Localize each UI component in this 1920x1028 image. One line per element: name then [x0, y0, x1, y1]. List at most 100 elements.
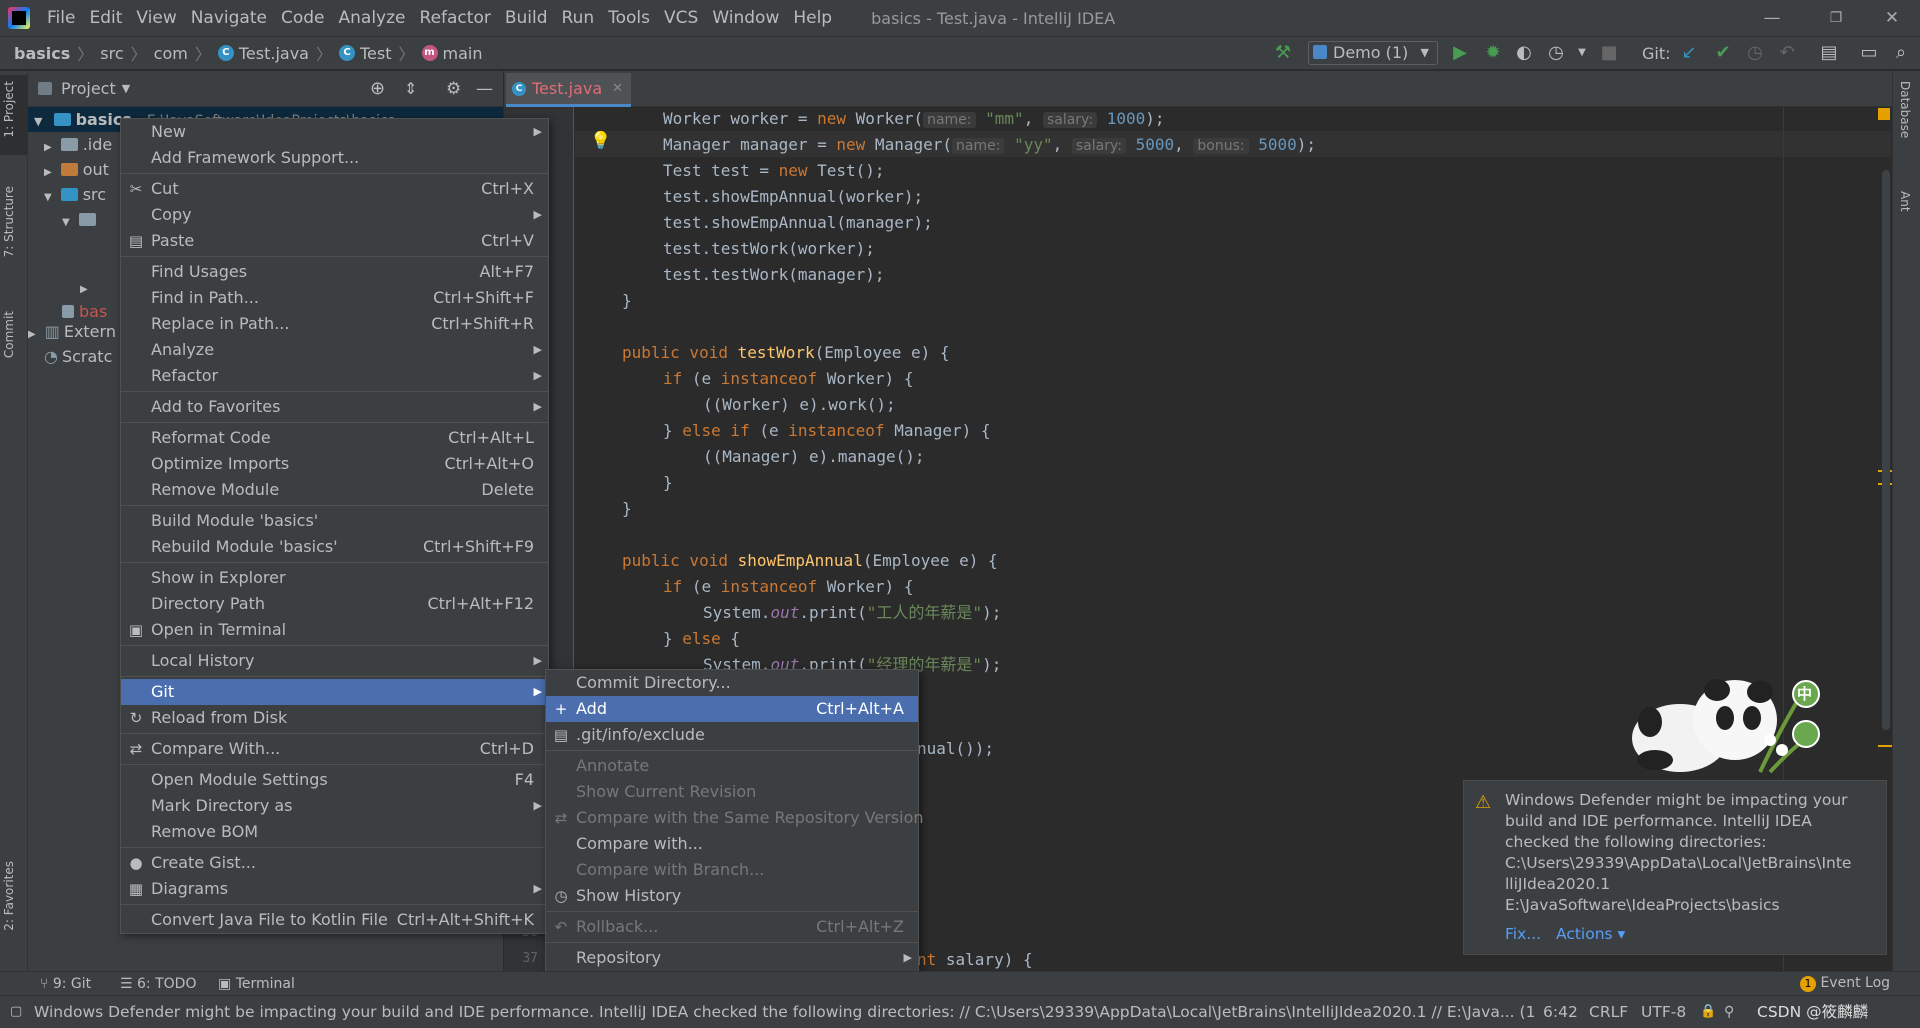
menu-item-repository[interactable]: Repository ▶	[546, 945, 918, 971]
menu-item-add-to-favorites[interactable]: Add to Favorites ▶	[121, 394, 548, 420]
menu-run[interactable]: Run	[555, 0, 602, 36]
tree-row[interactable]: ▼ src	[44, 182, 106, 207]
git-commit-icon[interactable]: ✔	[1712, 42, 1734, 64]
menu-item-remove-bom[interactable]: Remove BOM	[121, 819, 548, 845]
menu-item-show-current-revision[interactable]: Show Current Revision	[546, 779, 918, 805]
menu-code[interactable]: Code	[274, 0, 332, 36]
inspector-icon[interactable]: ⚲	[1724, 996, 1734, 1028]
menu-item-add-framework-support[interactable]: Add Framework Support...	[121, 145, 548, 171]
restore-icon[interactable]: ❐	[1808, 0, 1864, 36]
tool-tab-commit[interactable]: Commit	[2, 311, 16, 358]
menu-navigate[interactable]: Navigate	[184, 0, 274, 36]
breadcrumb-src[interactable]: src	[100, 44, 123, 63]
close-icon[interactable]: ✕	[1864, 0, 1920, 36]
git-history-icon[interactable]: ◷	[1744, 42, 1766, 64]
menu-item-replace-in-path[interactable]: Replace in Path... Ctrl+Shift+R	[121, 311, 548, 337]
git-update-icon[interactable]: ↙	[1678, 42, 1700, 64]
menu-item-find-in-path[interactable]: Find in Path... Ctrl+Shift+F	[121, 285, 548, 311]
menu-item-optimize-imports[interactable]: Optimize Imports Ctrl+Alt+O	[121, 451, 548, 477]
menu-item-annotate[interactable]: Annotate	[546, 753, 918, 779]
menu-vcs[interactable]: VCS	[657, 0, 705, 36]
layout-icon[interactable]: ▭	[1858, 42, 1880, 64]
menu-item-directory-path[interactable]: Directory Path Ctrl+Alt+F12	[121, 591, 548, 617]
menu-item-convert-java-file-to-kotlin-file[interactable]: Convert Java File to Kotlin File Ctrl+Alt…	[121, 907, 548, 933]
breadcrumb-file[interactable]: C Test.java	[217, 44, 309, 63]
menu-item-refactor[interactable]: Refactor ▶	[121, 363, 548, 389]
lock-icon[interactable]: 🔒	[1700, 996, 1716, 1028]
tool-tab-structure[interactable]: 7: Structure	[2, 186, 16, 257]
menu-help[interactable]: Help	[786, 0, 839, 36]
hide-icon[interactable]: —	[476, 79, 493, 99]
menu-item-copy[interactable]: Copy ▶	[121, 202, 548, 228]
menu-item-git[interactable]: Git ▶	[121, 679, 548, 705]
file-encoding[interactable]: UTF-8	[1641, 996, 1686, 1028]
menu-item-analyze[interactable]: Analyze ▶	[121, 337, 548, 363]
menu-item-compare-with[interactable]: Compare with...	[546, 831, 918, 857]
menu-build[interactable]: Build	[498, 0, 555, 36]
tree-row[interactable]: ▶	[80, 274, 97, 299]
menu-view[interactable]: View	[129, 0, 183, 36]
toggle-tool-windows-icon[interactable]: ▢	[10, 996, 22, 1028]
tree-row[interactable]: ▶ .ide	[44, 132, 112, 157]
menu-item-open-in-terminal[interactable]: ▣ Open in Terminal	[121, 617, 548, 643]
profile-icon[interactable]: ◷	[1545, 42, 1567, 64]
search-icon[interactable]: ⌕	[1890, 42, 1912, 64]
event-log-button[interactable]: 1 Event Log	[1800, 975, 1890, 992]
menu-item-new[interactable]: New ▶	[121, 119, 548, 145]
breadcrumb-project[interactable]: basics	[14, 44, 70, 63]
menu-item-create-gist[interactable]: ● Create Gist...	[121, 850, 548, 876]
menu-refactor[interactable]: Refactor	[413, 0, 498, 36]
run-configuration-select[interactable]: Demo (1) ▼	[1308, 41, 1438, 65]
tree-row[interactable]: ▼	[62, 207, 101, 232]
gear-icon[interactable]: ⚙	[446, 79, 461, 99]
tool-tab-favorites[interactable]: 2: Favorites	[2, 861, 16, 931]
close-tab-icon[interactable]: ✕	[612, 73, 623, 105]
inspection-warning-icon[interactable]	[1878, 108, 1890, 120]
menu-window[interactable]: Window	[705, 0, 786, 36]
menu-item-rebuild-module-basics[interactable]: Rebuild Module 'basics' Ctrl+Shift+F9	[121, 534, 548, 560]
menu-file[interactable]: File	[40, 0, 82, 36]
project-structure-icon[interactable]: ▤	[1818, 42, 1840, 64]
menu-item-compare-with-branch[interactable]: Compare with Branch...	[546, 857, 918, 883]
git-rollback-icon[interactable]: ↶	[1776, 42, 1798, 64]
menu-item-rollback[interactable]: ↶ Rollback... Ctrl+Alt+Z	[546, 914, 918, 940]
minimize-icon[interactable]: —	[1744, 0, 1800, 36]
menu-item-find-usages[interactable]: Find Usages Alt+F7	[121, 259, 548, 285]
coverage-icon[interactable]: ◐	[1513, 42, 1535, 64]
menu-item-commit-directory[interactable]: Commit Directory...	[546, 670, 918, 696]
tree-row[interactable]: ▶ ▥ Extern	[28, 319, 116, 344]
tree-row[interactable]: ◔ Scratc	[44, 344, 112, 369]
fix-link[interactable]: Fix...	[1505, 925, 1541, 943]
menu-item-diagrams[interactable]: ▦ Diagrams ▶	[121, 876, 548, 902]
menu-item-reformat-code[interactable]: Reformat Code Ctrl+Alt+L	[121, 425, 548, 451]
menu-item-remove-module[interactable]: Remove Module Delete	[121, 477, 548, 503]
project-panel-title[interactable]: Project	[61, 79, 116, 98]
tree-row[interactable]: ▶ out	[44, 157, 109, 182]
menu-item-mark-directory-as[interactable]: Mark Directory as ▶	[121, 793, 548, 819]
status-message[interactable]: Windows Defender might be impacting your…	[34, 996, 1534, 1028]
breadcrumb-class[interactable]: C Test	[338, 44, 392, 63]
build-hammer-icon[interactable]: ⚒	[1272, 42, 1294, 64]
editor-tab-test-java[interactable]: C Test.java ✕	[506, 73, 631, 107]
chevron-down-icon[interactable]: ▼	[122, 82, 130, 95]
git-tool-button[interactable]: ⑂ 9: Git	[40, 976, 91, 992]
editor-scrollbar[interactable]	[1882, 170, 1890, 730]
collapse-all-icon[interactable]: ⇕	[404, 79, 417, 98]
tool-tab-database[interactable]: Database	[1898, 81, 1912, 138]
breadcrumb-com[interactable]: com	[154, 44, 188, 63]
chevron-down-icon[interactable]: ▼	[1571, 42, 1593, 64]
menu-item-show-history[interactable]: ◷ Show History	[546, 883, 918, 909]
menu-item-paste[interactable]: ▤ Paste Ctrl+V	[121, 228, 548, 254]
tool-tab-ant[interactable]: Ant	[1898, 191, 1912, 212]
menu-item-local-history[interactable]: Local History ▶	[121, 648, 548, 674]
menu-item-build-module-basics[interactable]: Build Module 'basics'	[121, 508, 548, 534]
menu-analyze[interactable]: Analyze	[332, 0, 413, 36]
caret-position[interactable]: 6:42	[1543, 996, 1578, 1028]
locate-icon[interactable]: ⊕	[370, 78, 385, 99]
menu-item-compare-with-the-same-repository-version[interactable]: ⇄ Compare with the Same Repository Versio…	[546, 805, 924, 831]
todo-tool-button[interactable]: ☰ 6: TODO	[120, 976, 196, 992]
menu-item-open-module-settings[interactable]: Open Module Settings F4	[121, 767, 548, 793]
menu-item-show-in-explorer[interactable]: Show in Explorer	[121, 565, 548, 591]
stop-icon[interactable]: ■	[1598, 42, 1620, 64]
actions-link[interactable]: Actions ▾	[1556, 925, 1625, 943]
